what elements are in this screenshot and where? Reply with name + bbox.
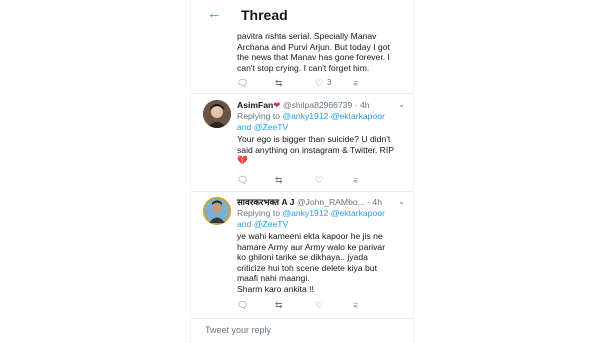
tweet-line: pavitra rishta serial. Specially Manav bbox=[237, 31, 377, 41]
tweet-line: hamare Army aur Army walo ke parivar bbox=[237, 241, 386, 252]
tweet-line: said anything on instagram & Twitter. RI… bbox=[237, 144, 394, 155]
reply-icon[interactable]: 🗨 bbox=[237, 174, 248, 186]
share-icon[interactable]: ⩳ bbox=[353, 299, 358, 311]
tweet-header: सावरकरभक्त A J @John_RAMbo... · 4h bbox=[237, 197, 382, 208]
reply-composer: Tweet your reply bbox=[191, 318, 413, 343]
user-name[interactable]: सावरकरभक्त A J bbox=[237, 197, 294, 207]
tweet-line: criticize hui toh scene delete kiya but bbox=[237, 262, 377, 273]
tweet-text: pavitra rishta serial. Specially Manav A… bbox=[237, 31, 407, 73]
retweet-icon[interactable]: ⇆ bbox=[275, 299, 283, 311]
replying-to: Replying to @anky1912 @ektarkapoor and @… bbox=[237, 111, 407, 132]
tweet-time: · 4h bbox=[354, 100, 370, 110]
heart-icon[interactable]: ♡ bbox=[315, 174, 323, 186]
mention-link[interactable]: @ektarkapoor bbox=[331, 208, 385, 218]
arrow-left-icon[interactable]: ← bbox=[207, 4, 222, 24]
mention-link[interactable]: @ektarkapoor bbox=[331, 111, 385, 121]
replying-to: Replying to @anky1912 @ektarkapoor and @… bbox=[237, 208, 407, 229]
avatar[interactable] bbox=[203, 100, 231, 128]
reply-icon[interactable]: 🗨 bbox=[237, 299, 248, 311]
tweet-time: · 4h bbox=[367, 197, 382, 207]
reply-icon[interactable]: 🗨 bbox=[237, 77, 248, 89]
mention-link[interactable]: @ZeeTV bbox=[254, 122, 289, 132]
retweet-icon[interactable]: ⇆ bbox=[275, 174, 283, 186]
page-title: Thread bbox=[241, 7, 288, 23]
tweet-line: maafi nahi maangi. bbox=[237, 273, 310, 284]
tweet-line: can't stop crying. I can't forget him. bbox=[237, 62, 370, 73]
replying-label: Replying to bbox=[237, 111, 280, 121]
mention-and: and bbox=[237, 218, 252, 229]
mention-link[interactable]: @ZeeTV bbox=[254, 219, 289, 229]
retweet-icon[interactable]: ⇆ bbox=[275, 77, 283, 89]
tweet-text: Your ego is bigger than suicide? U didn'… bbox=[237, 134, 407, 166]
mention-and: and bbox=[237, 121, 252, 132]
tweet-line: Sharm karo ankita !! bbox=[237, 283, 314, 294]
chevron-down-icon[interactable]: ⌄ bbox=[398, 100, 405, 109]
name-emoji: ❤ bbox=[273, 100, 281, 110]
tweet-actions: 🗨 ⇆ ♡ 3 ⩳ bbox=[237, 77, 397, 89]
divider bbox=[191, 191, 413, 192]
user-handle[interactable]: @John_RAMbo... bbox=[297, 197, 365, 207]
tweet-header: AsimFan❤ @shilpa82966739 · 4h bbox=[237, 100, 370, 111]
tweet-line: ko ghiloni tarike se dikhaya.. jyada bbox=[237, 252, 368, 263]
tweet-line: the news that Manav has gone forever. I bbox=[237, 52, 390, 63]
tweet-line: Archana and Purvi Arjun. But today I got bbox=[237, 41, 390, 52]
mention-link[interactable]: @anky1912 bbox=[282, 111, 328, 121]
reply-input[interactable]: Tweet your reply bbox=[205, 325, 271, 335]
divider bbox=[191, 93, 413, 94]
avatar-image bbox=[203, 100, 231, 128]
avatar-image bbox=[203, 197, 231, 225]
mention-link[interactable]: @anky1912 bbox=[282, 208, 328, 218]
like-count: 3 bbox=[327, 78, 332, 87]
tweet-line: Your ego is bigger than suicide? U didn'… bbox=[237, 134, 391, 144]
user-handle[interactable]: @shilpa82966739 bbox=[283, 100, 352, 110]
tweet-actions: 🗨 ⇆ ♡ ⩳ bbox=[237, 174, 397, 186]
twitter-thread-screen: ← Thread pavitra rishta serial. Speciall… bbox=[190, 0, 414, 343]
share-icon[interactable]: ⩳ bbox=[353, 174, 358, 186]
tweet-actions: 🗨 ⇆ ♡ ⩳ bbox=[237, 299, 397, 311]
top-bar: ← Thread bbox=[191, 0, 413, 30]
replying-label: Replying to bbox=[237, 208, 280, 218]
share-icon[interactable]: ⩳ bbox=[353, 77, 358, 89]
tweet-text: ye wahi kameeni ekta kapoor he jis ne ha… bbox=[237, 231, 407, 295]
heart-icon[interactable]: ♡ bbox=[315, 77, 323, 89]
chevron-down-icon[interactable]: ⌄ bbox=[398, 197, 405, 206]
tweet-line: ye wahi kameeni ekta kapoor he jis ne bbox=[237, 231, 383, 241]
broken-heart-emoji: 💔 bbox=[237, 155, 248, 166]
avatar[interactable] bbox=[203, 197, 231, 225]
user-name[interactable]: AsimFan bbox=[237, 100, 273, 110]
heart-icon[interactable]: ♡ bbox=[315, 299, 323, 311]
